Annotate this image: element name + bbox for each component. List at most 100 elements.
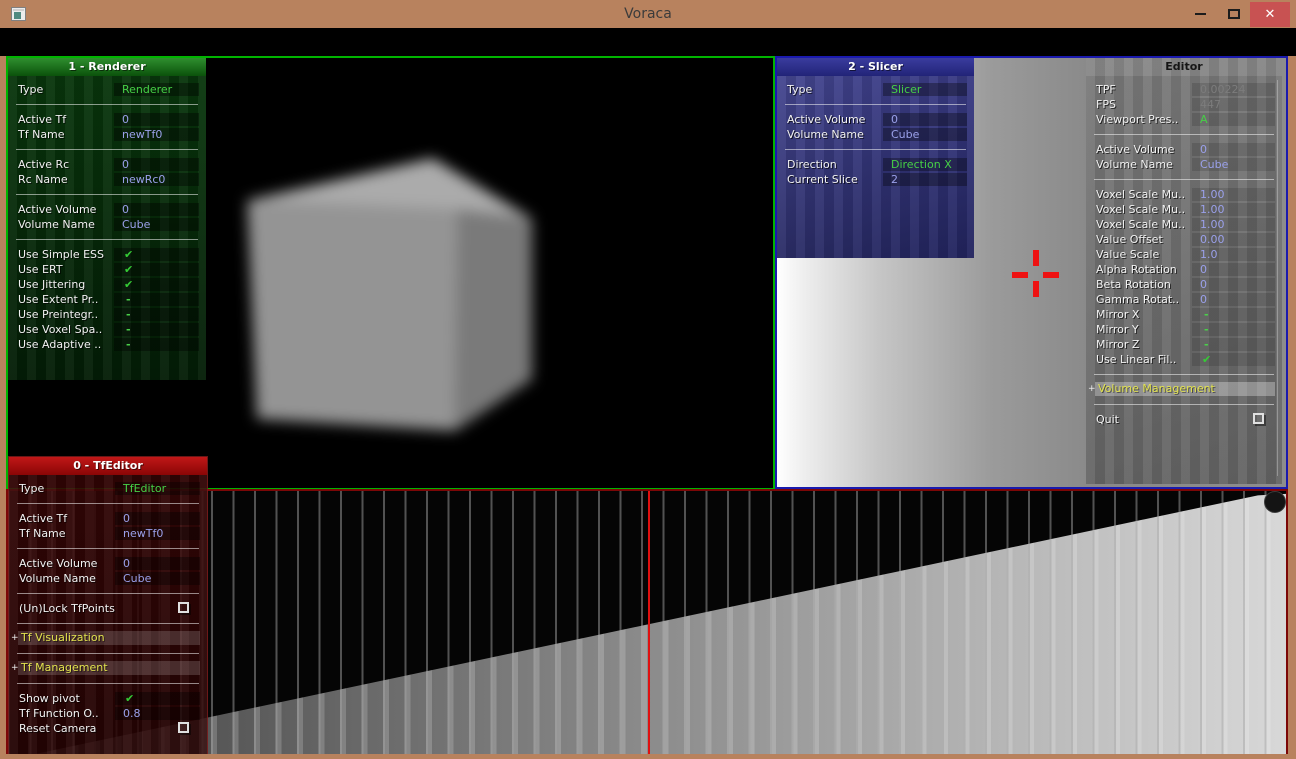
field-label: Value Offset [1096,232,1163,247]
value-box-tf-name[interactable]: newTf0 [114,128,199,141]
tf-position-marker[interactable] [648,491,650,759]
value-box-tpf[interactable]: 0.00224 [1192,83,1275,96]
crosshair-icon [1012,272,1028,278]
checkbox-use-voxel-spa[interactable]: - [114,323,199,336]
window-controls: ✕ [1184,1,1290,27]
field-label: Mirror X [1096,307,1139,322]
checkbox-use-extent-pr[interactable]: - [114,293,199,306]
value-box-gamma-rotat[interactable]: 0 [1192,293,1275,306]
value-box-current-slice[interactable]: 2 [883,173,967,186]
checkbox-use-adaptive[interactable]: - [114,338,199,351]
field-label: Voxel Scale Mu.. [1096,202,1185,217]
field-label: Volume Name [787,127,864,142]
group-bar-tf-visualization[interactable]: Tf Visualization [18,631,200,645]
renderer-panel-header[interactable]: 1 - Renderer [8,58,206,76]
value-box-alpha-rotation[interactable]: 0 [1192,263,1275,276]
row-use-simple-ess: Use Simple ESS✔ [8,247,206,262]
value-box-tf-name[interactable]: newTf0 [115,527,200,540]
field-value: 0 [114,203,199,216]
slicer-panel-header[interactable]: 2 - Slicer [777,58,974,76]
value-box-fps[interactable]: 447 [1192,98,1275,111]
value-box-viewport-pres[interactable]: A [1192,113,1275,126]
value-box-voxel-scale-mu[interactable]: 1.00 [1192,218,1275,231]
reset-camera-button[interactable] [178,722,189,733]
minimize-button[interactable] [1184,1,1217,27]
dash-icon: - [114,323,199,336]
group-bar-volume-management[interactable]: Volume Management [1095,382,1275,396]
value-box-value-offset[interactable]: 0.00 [1192,233,1275,246]
dash-icon: - [114,338,199,351]
value-box-rc-name[interactable]: newRc0 [114,173,199,186]
field-value: 0 [1192,143,1275,156]
separator [9,676,207,691]
value-box-type[interactable]: Renderer [114,83,199,96]
field-value: 0.00224 [1192,83,1275,96]
dash-icon: - [1192,308,1275,321]
row-tf-name: Tf NamenewTf0 [8,127,206,142]
quit-button[interactable] [1253,413,1264,424]
field-value: Direction X [883,158,967,171]
tf-pivot-point[interactable] [1264,491,1286,513]
checkbox-mirror-x[interactable]: - [1192,308,1275,321]
row-fps: FPS 447 [1086,97,1282,112]
crosshair-icon [1033,281,1039,297]
value-box-tf-function-o[interactable]: 0.8 [115,707,200,720]
field-label: Show pivot [19,691,80,706]
value-box-volume-name[interactable]: Cube [883,128,967,141]
dash-icon: - [1192,323,1275,336]
row-voxel-scale-mu: Voxel Scale Mu.. 1.00 [1086,217,1282,232]
value-box-beta-rotation[interactable]: 0 [1192,278,1275,291]
un-lock-tfpoints-button[interactable] [178,602,189,613]
field-label: Mirror Y [1096,322,1139,337]
value-box-active-volume[interactable]: 0 [1192,143,1275,156]
field-label: Active Volume [1096,142,1174,157]
field-label: Reset Camera [19,721,96,736]
value-box-volume-name[interactable]: Cube [115,572,200,585]
field-label: Volume Name [1096,157,1173,172]
value-box-type[interactable]: TfEditor [115,482,200,495]
value-box-type[interactable]: Slicer [883,83,967,96]
field-label: Voxel Scale Mu.. [1096,187,1185,202]
checkbox-use-linear-fil[interactable]: ✔ [1192,353,1275,366]
row-use-adaptive: Use Adaptive ..- [8,337,206,352]
separator [1086,172,1282,187]
checkbox-mirror-z[interactable]: - [1192,338,1275,351]
separator [9,646,207,661]
maximize-button[interactable] [1217,1,1250,27]
value-box-direction[interactable]: Direction X [883,158,967,171]
value-box-active-rc[interactable]: 0 [114,158,199,171]
field-label: FPS [1096,97,1116,112]
checkbox-use-preintegr[interactable]: - [114,308,199,321]
close-button[interactable]: ✕ [1250,2,1290,27]
value-box-active-volume[interactable]: 0 [114,203,199,216]
field-value: TfEditor [115,482,200,495]
field-value: 0 [883,113,967,126]
checkbox-mirror-y[interactable]: - [1192,323,1275,336]
value-box-active-volume[interactable]: 0 [115,557,200,570]
tfeditor-panel-header[interactable]: 0 - TfEditor [9,457,207,475]
checkbox-use-simple-ess[interactable]: ✔ [114,248,199,261]
separator [1086,367,1282,382]
value-box-active-tf[interactable]: 0 [115,512,200,525]
check-icon: ✔ [114,248,199,261]
row-use-linear-fil: Use Linear Fil..✔ [1086,352,1282,367]
checkbox-use-ert[interactable]: ✔ [114,263,199,276]
editor-panel-header[interactable]: Editor [1086,58,1282,76]
field-label: Use Voxel Spa.. [18,322,102,337]
checkbox-use-jittering[interactable]: ✔ [114,278,199,291]
value-box-active-volume[interactable]: 0 [883,113,967,126]
field-label: Value Scale [1096,247,1159,262]
field-label: Viewport Pres.. [1096,112,1178,127]
value-box-volume-name[interactable]: Cube [1192,158,1275,171]
value-box-voxel-scale-mu[interactable]: 1.00 [1192,188,1275,201]
separator [8,142,206,157]
field-label: Voxel Scale Mu.. [1096,217,1185,232]
value-box-voxel-scale-mu[interactable]: 1.00 [1192,203,1275,216]
value-box-volume-name[interactable]: Cube [114,218,199,231]
field-label: Tf Name [19,526,66,541]
group-bar-tf-management[interactable]: Tf Management [18,661,200,675]
checkbox-show-pivot[interactable]: ✔ [115,692,200,705]
value-box-value-scale[interactable]: 1.0 [1192,248,1275,261]
field-label: Mirror Z [1096,337,1139,352]
value-box-active-tf[interactable]: 0 [114,113,199,126]
